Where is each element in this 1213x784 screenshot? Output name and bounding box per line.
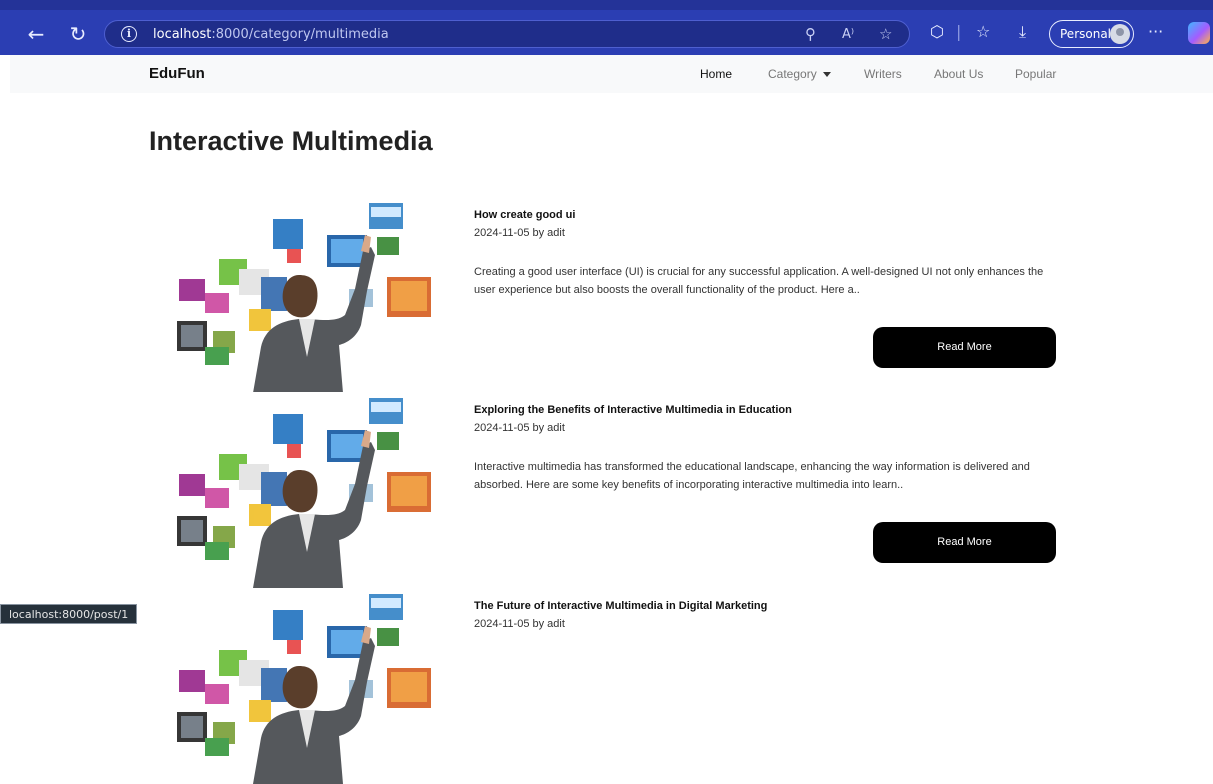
read-more-button[interactable]: Read More (873, 522, 1056, 563)
post-title[interactable]: How create good ui (474, 209, 575, 221)
address-bar[interactable]: i localhost:8000/category/multimedia ⚲ A… (104, 20, 910, 48)
post-meta: 2024-11-05 by adit (474, 618, 565, 630)
refresh-icon[interactable]: ↻ (64, 20, 92, 48)
copilot-icon[interactable] (1188, 22, 1210, 44)
post-card: The Future of Interactive Multimedia in … (149, 588, 1059, 784)
post-thumbnail[interactable] (149, 588, 446, 784)
post-thumbnail[interactable] (149, 392, 446, 588)
nav-home[interactable]: Home (700, 67, 732, 81)
address-url[interactable]: localhost:8000/category/multimedia (153, 27, 389, 42)
multimedia-illustration (149, 392, 446, 588)
nav-popular[interactable]: Popular (1015, 67, 1056, 81)
read-aloud-icon[interactable]: A⁾ (842, 27, 854, 42)
post-card: Exploring the Benefits of Interactive Mu… (149, 392, 1059, 588)
site-brand[interactable]: EduFun (149, 65, 205, 82)
more-menu-icon[interactable]: ··· (1148, 22, 1163, 41)
post-title[interactable]: Exploring the Benefits of Interactive Mu… (474, 404, 792, 416)
extensions-icon[interactable]: ⬡ (930, 22, 944, 41)
multimedia-illustration (149, 197, 446, 393)
status-bar-link-preview: localhost:8000/post/1 (0, 604, 138, 624)
post-title[interactable]: The Future of Interactive Multimedia in … (474, 600, 767, 612)
downloads-icon[interactable]: ⤓ (1019, 22, 1026, 42)
site-navbar: EduFun Home Category Writers About Us Po… (0, 55, 1213, 93)
browser-toolbar: ← ↻ i localhost:8000/category/multimedia… (0, 0, 1213, 55)
profile-label: Personal (1060, 27, 1112, 41)
nav-about-us[interactable]: About Us (934, 67, 983, 81)
page-title: Interactive Multimedia (149, 126, 433, 156)
caret-down-icon (822, 72, 831, 78)
favorite-star-icon[interactable]: ☆ (879, 25, 892, 43)
nav-category-dropdown[interactable]: Category (768, 67, 831, 81)
post-card: How create good ui 2024-11-05 by adit Cr… (149, 197, 1059, 393)
url-host: localhost (153, 27, 212, 42)
post-excerpt: Creating a good user interface (UI) is c… (474, 266, 1044, 296)
post-meta: 2024-11-05 by adit (474, 422, 565, 434)
nav-edge (0, 55, 10, 93)
post-thumbnail[interactable] (149, 197, 446, 393)
nav-writers[interactable]: Writers (864, 67, 902, 81)
post-meta: 2024-11-05 by adit (474, 227, 565, 239)
site-info-icon[interactable]: i (121, 26, 137, 42)
post-excerpt: Interactive multimedia has transformed t… (474, 461, 1030, 491)
multimedia-illustration (149, 588, 446, 784)
tab-strip (0, 0, 1213, 10)
avatar (1110, 24, 1130, 44)
nav-category-label: Category (768, 67, 817, 81)
favorites-icon[interactable]: ☆ (976, 22, 990, 41)
url-path: :8000/category/multimedia (211, 27, 389, 42)
profile-button[interactable]: Personal (1049, 20, 1134, 48)
read-more-button[interactable]: Read More (873, 327, 1056, 368)
toolbar-divider: | (956, 22, 962, 41)
zoom-icon[interactable]: ⚲ (805, 25, 816, 43)
back-arrow-icon[interactable]: ← (22, 20, 50, 48)
